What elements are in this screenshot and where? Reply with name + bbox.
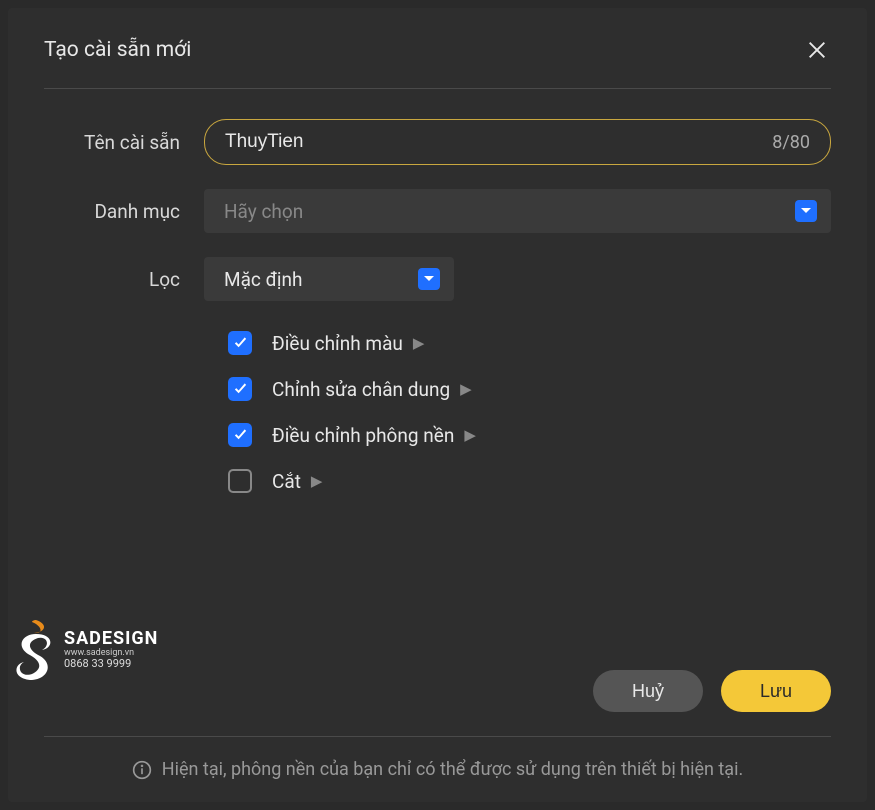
option-label: Điều chỉnh màu xyxy=(272,332,403,355)
checkbox-checked-icon xyxy=(228,377,252,401)
close-icon xyxy=(806,39,828,61)
dialog-body: Tên cài sẵn 8/80 Danh mục Hãy chọn L xyxy=(8,89,867,660)
category-row: Danh mục Hãy chọn xyxy=(44,189,831,233)
logo-icon xyxy=(14,620,58,680)
filter-select[interactable]: Mặc định xyxy=(204,257,454,301)
cancel-button[interactable]: Huỷ xyxy=(593,670,703,712)
dialog-title: Tạo cài sẵn mới xyxy=(44,38,191,62)
option-crop[interactable]: Cắt ▶ xyxy=(228,469,831,493)
category-placeholder: Hãy chọn xyxy=(224,200,795,223)
preset-name-input[interactable] xyxy=(225,131,772,153)
close-button[interactable] xyxy=(803,36,831,64)
save-button[interactable]: Lưu xyxy=(721,670,831,712)
watermark: SADESIGN www.sadesign.vn 0868 33 9999 xyxy=(14,620,158,680)
option-portrait-edit[interactable]: Chỉnh sửa chân dung ▶ xyxy=(228,377,831,401)
category-label: Danh mục xyxy=(44,200,204,223)
chevron-down-icon xyxy=(795,200,817,222)
chevron-right-icon: ▶ xyxy=(311,472,323,490)
notice-bar: Hiện tại, phông nền của bạn chỉ có thể đ… xyxy=(8,737,867,802)
filter-label: Lọc xyxy=(44,268,204,291)
option-label: Điều chỉnh phông nền xyxy=(272,424,454,447)
options-group: Điều chỉnh màu ▶ Chỉnh sửa chân dung ▶ Đ… xyxy=(44,325,831,493)
preset-name-label: Tên cài sẵn xyxy=(44,131,204,154)
checkbox-unchecked-icon xyxy=(228,469,252,493)
checkbox-checked-icon xyxy=(228,331,252,355)
chevron-right-icon: ▶ xyxy=(460,380,472,398)
option-label: Chỉnh sửa chân dung xyxy=(272,378,450,401)
char-count: 8/80 xyxy=(772,132,810,153)
preset-name-input-wrap[interactable]: 8/80 xyxy=(204,119,831,165)
dialog-header: Tạo cài sẵn mới xyxy=(8,8,867,88)
chevron-right-icon: ▶ xyxy=(464,426,476,444)
preset-name-row: Tên cài sẵn 8/80 xyxy=(44,119,831,165)
watermark-brand: SADESIGN xyxy=(64,630,158,649)
chevron-right-icon: ▶ xyxy=(413,334,425,352)
option-color-adjust[interactable]: Điều chỉnh màu ▶ xyxy=(228,331,831,355)
watermark-text: SADESIGN www.sadesign.vn 0868 33 9999 xyxy=(64,630,158,670)
option-background-adjust[interactable]: Điều chỉnh phông nền ▶ xyxy=(228,423,831,447)
category-select[interactable]: Hãy chọn xyxy=(204,189,831,233)
notice-text: Hiện tại, phông nền của bạn chỉ có thể đ… xyxy=(162,759,743,780)
filter-value: Mặc định xyxy=(224,268,418,291)
chevron-down-icon xyxy=(418,268,440,290)
filter-row: Lọc Mặc định xyxy=(44,257,831,301)
checkbox-checked-icon xyxy=(228,423,252,447)
option-label: Cắt xyxy=(272,470,301,493)
watermark-phone: 0868 33 9999 xyxy=(64,658,158,670)
create-preset-dialog: Tạo cài sẵn mới Tên cài sẵn 8/80 Danh mụ… xyxy=(8,8,867,802)
info-icon xyxy=(132,760,152,780)
